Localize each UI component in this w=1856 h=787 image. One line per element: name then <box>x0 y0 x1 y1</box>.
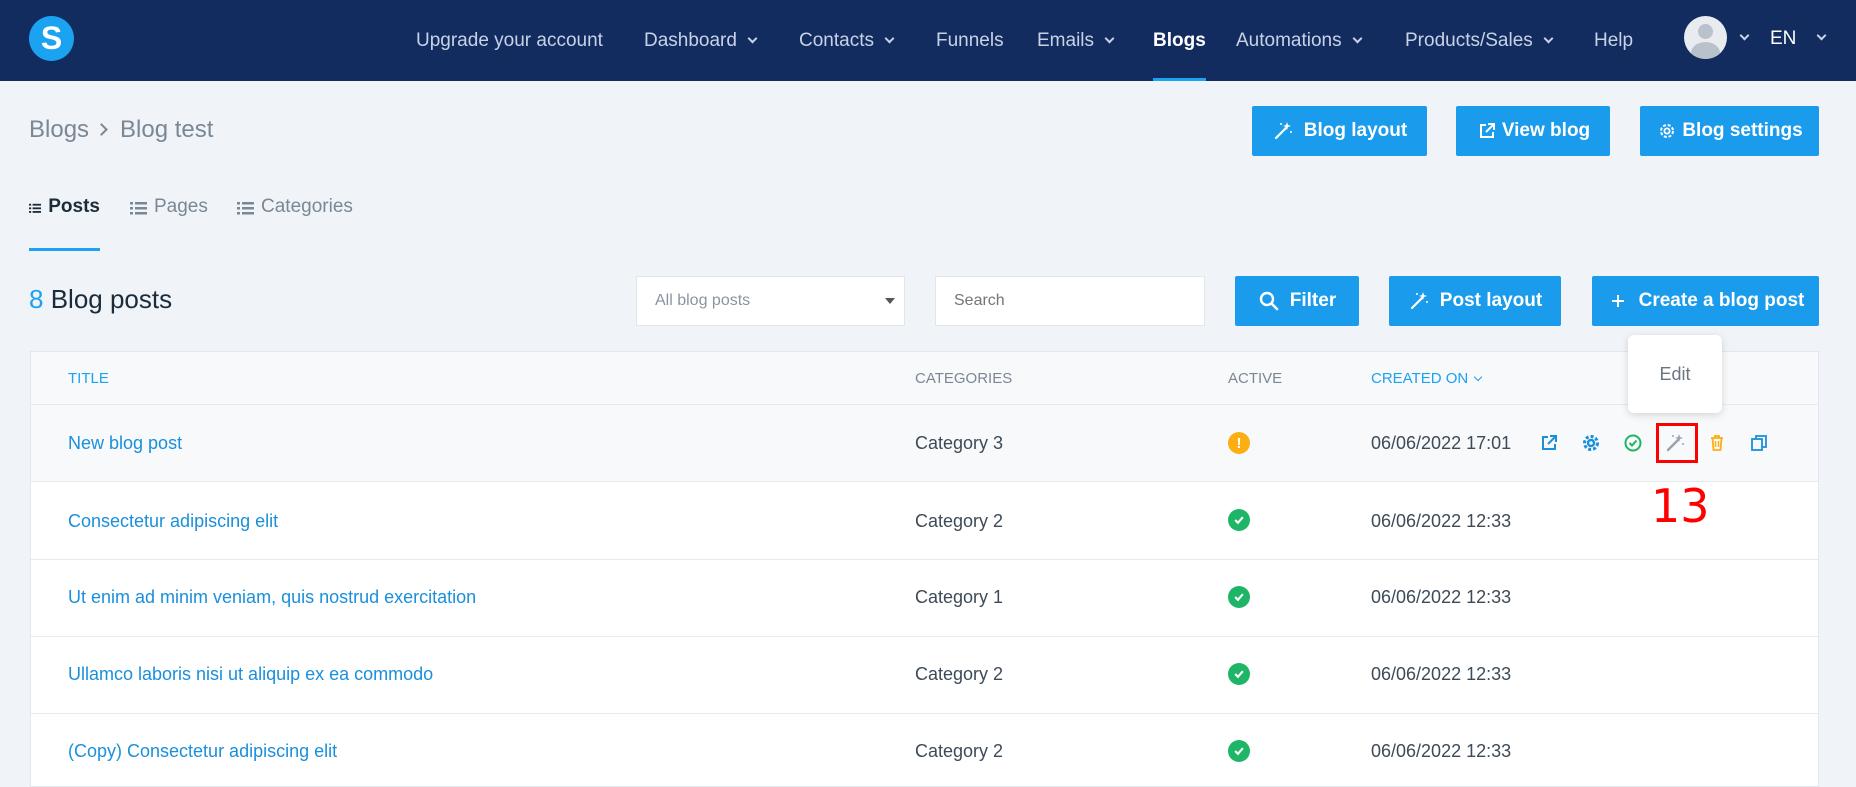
magic-wand-icon <box>1272 120 1294 142</box>
post-filter-select[interactable]: All blog posts <box>636 276 905 326</box>
trash-icon[interactable] <box>1706 432 1728 454</box>
avatar[interactable] <box>1684 16 1727 59</box>
breadcrumb: Blogs Blog test <box>29 116 213 144</box>
plus-icon <box>1607 290 1629 312</box>
nav-funnels[interactable]: Funnels <box>936 0 1004 81</box>
post-layout-button[interactable]: Post layout <box>1389 276 1561 326</box>
search-icon <box>1258 290 1280 312</box>
gear-icon <box>1656 120 1678 142</box>
column-header-categories: CATEGORIES <box>915 370 1013 387</box>
table-header: TITLE CATEGORIES ACTIVE CREATED ON <box>31 352 1818 405</box>
post-created-date: 06/06/2022 12:33 <box>1371 664 1512 684</box>
filter-button[interactable]: Filter <box>1235 276 1359 326</box>
column-header-title[interactable]: TITLE <box>68 370 109 387</box>
nav-emails[interactable]: Emails <box>1037 0 1115 81</box>
chevron-right-icon <box>95 123 108 136</box>
tab-pages[interactable]: Pages <box>130 196 208 251</box>
post-category: Category 2 <box>915 741 1004 761</box>
nav-products-sales[interactable]: Products/Sales <box>1405 0 1554 81</box>
table-row: (Copy) Consectetur adipiscing elit Categ… <box>31 714 1818 786</box>
nav-automations[interactable]: Automations <box>1236 0 1363 81</box>
create-blog-post-button[interactable]: Create a blog post <box>1592 276 1819 326</box>
column-header-active: ACTIVE <box>1228 370 1283 387</box>
chevron-down-icon[interactable] <box>1739 30 1750 41</box>
chevron-down-icon <box>1352 33 1363 44</box>
gear-icon[interactable] <box>1580 432 1602 454</box>
language-selector[interactable]: EN <box>1770 0 1796 81</box>
top-navbar: S Upgrade your account Dashboard Contact… <box>0 0 1856 81</box>
nav-blogs[interactable]: Blogs <box>1153 0 1206 81</box>
post-title-link[interactable]: Ut enim ad minim veniam, quis nostrud ex… <box>68 587 476 608</box>
post-created-date: 06/06/2022 12:33 <box>1371 587 1512 607</box>
view-blog-button[interactable]: View blog <box>1456 106 1610 156</box>
chevron-down-icon <box>747 33 758 44</box>
annotation-highlight-box <box>1656 423 1698 463</box>
post-category: Category 2 <box>915 511 1004 531</box>
nav-contacts[interactable]: Contacts <box>799 0 895 81</box>
breadcrumb-root[interactable]: Blogs <box>29 116 89 143</box>
tab-categories[interactable]: Categories <box>237 196 353 251</box>
post-category: Category 3 <box>915 433 1004 453</box>
annotation-label: 13 <box>1651 479 1710 533</box>
table-row: Consectetur adipiscing elit Category 2 0… <box>31 483 1818 560</box>
nav-dashboard[interactable]: Dashboard <box>644 0 758 81</box>
chevron-down-icon[interactable] <box>1816 30 1827 41</box>
post-created-date: 06/06/2022 17:01 <box>1371 433 1512 453</box>
avatar-head <box>1698 24 1713 39</box>
search-input[interactable] <box>935 276 1205 326</box>
tab-posts[interactable]: Posts <box>29 196 100 251</box>
list-icon <box>237 202 254 215</box>
nav-upgrade-account[interactable]: Upgrade your account <box>416 0 603 81</box>
warning-status-icon: ! <box>1228 432 1250 454</box>
magic-wand-icon <box>1408 290 1430 312</box>
copy-icon[interactable] <box>1748 432 1770 454</box>
chevron-down-icon <box>884 33 895 44</box>
post-title-link[interactable]: New blog post <box>68 433 182 454</box>
sort-chevron-icon <box>1473 372 1483 382</box>
post-title-link[interactable]: (Copy) Consectetur adipiscing elit <box>68 741 337 762</box>
caret-down-icon <box>885 298 895 304</box>
post-created-date: 06/06/2022 12:33 <box>1371 511 1512 531</box>
post-title-link[interactable]: Consectetur adipiscing elit <box>68 511 278 532</box>
post-created-date: 06/06/2022 12:33 <box>1371 741 1512 761</box>
logo[interactable]: S <box>29 16 74 61</box>
blog-layout-button[interactable]: Blog layout <box>1252 106 1427 156</box>
page-title: 8 Blog posts <box>29 284 172 315</box>
check-circle-icon <box>1228 663 1250 685</box>
edit-tooltip: Edit <box>1628 335 1722 413</box>
post-count-label: Blog posts <box>50 284 173 314</box>
external-link-icon <box>1476 120 1498 142</box>
external-link-icon[interactable] <box>1538 432 1560 454</box>
check-circle-icon[interactable] <box>1622 432 1644 454</box>
check-circle-icon <box>1228 740 1250 762</box>
nav-help[interactable]: Help <box>1594 0 1633 81</box>
chevron-down-icon <box>1104 33 1115 44</box>
table-row: New blog post Category 3 ! 06/06/2022 17… <box>31 405 1818 482</box>
check-circle-icon <box>1228 509 1250 531</box>
post-count: 8 <box>29 284 44 314</box>
list-icon <box>130 202 147 215</box>
blog-settings-button[interactable]: Blog settings <box>1640 106 1819 156</box>
breadcrumb-current: Blog test <box>120 116 214 143</box>
table-row: Ullamco laboris nisi ut aliquip ex ea co… <box>31 637 1818 714</box>
post-category: Category 2 <box>915 664 1004 684</box>
chevron-down-icon <box>1543 33 1554 44</box>
table-row: Ut enim ad minim veniam, quis nostrud ex… <box>31 560 1818 637</box>
column-header-created-on[interactable]: CREATED ON <box>1371 370 1483 387</box>
list-icon <box>29 203 42 213</box>
post-category: Category 1 <box>915 587 1004 607</box>
blog-posts-table: TITLE CATEGORIES ACTIVE CREATED ON New b… <box>30 351 1819 787</box>
post-title-link[interactable]: Ullamco laboris nisi ut aliquip ex ea co… <box>68 664 433 685</box>
check-circle-icon <box>1228 586 1250 608</box>
post-filter-value: All blog posts <box>655 292 751 309</box>
avatar-body <box>1691 42 1720 59</box>
